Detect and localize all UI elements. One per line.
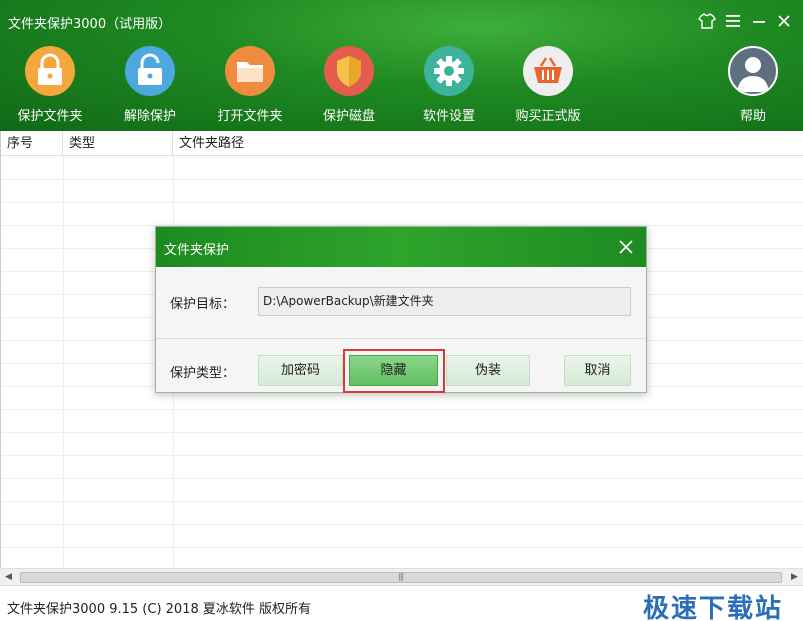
lock-icon [25, 46, 75, 96]
status-bar: 文件夹保护3000 9.15 (C) 2018 夏冰软件 版权所有 极速下载站 [0, 585, 803, 621]
row-divider [1, 432, 803, 433]
row-divider [1, 409, 803, 410]
dialog-close-icon[interactable] [614, 235, 638, 259]
folder-protect-dialog: 文件夹保护 保护目标： D:\ApowerBackup\新建文件夹 保护类型： … [155, 226, 647, 393]
app-title: 文件夹保护3000（试用版） [8, 17, 172, 32]
settings-button[interactable]: 软件设置 [399, 46, 499, 124]
help-button[interactable]: 帮助 [703, 46, 803, 124]
row-divider [1, 547, 803, 548]
row-divider [1, 478, 803, 479]
column-header-type[interactable]: 类型 [63, 131, 173, 156]
minimize-icon[interactable] [746, 8, 772, 34]
table-header: 序号 类型 文件夹路径 [1, 131, 803, 156]
column-header-path[interactable]: 文件夹路径 [173, 131, 803, 156]
unlock-icon [125, 46, 175, 96]
buy-button[interactable]: 购买正式版 [498, 46, 598, 124]
scroll-right-icon[interactable]: ▶ [786, 569, 803, 585]
basket-icon [523, 46, 573, 96]
row-divider [1, 524, 803, 525]
scroll-left-icon[interactable]: ◀ [0, 569, 17, 585]
unprotect-button[interactable]: 解除保护 [100, 46, 200, 124]
menu-icon[interactable] [720, 8, 746, 34]
row-divider [1, 179, 803, 180]
shield-icon [324, 46, 374, 96]
protect-type-label: 保护类型： [170, 366, 236, 381]
toolbar-label: 软件设置 [422, 109, 475, 124]
dialog-title: 文件夹保护 [164, 243, 230, 258]
protect-disk-button[interactable]: 保护磁盘 [299, 46, 399, 124]
column-header-index[interactable]: 序号 [1, 131, 63, 156]
grip-icon: ||| [398, 572, 404, 581]
skin-icon[interactable] [694, 8, 720, 34]
disguise-button[interactable]: 伪装 [446, 355, 530, 386]
close-icon[interactable] [771, 8, 797, 34]
dialog-header: 文件夹保护 [156, 227, 646, 267]
toolbar-label: 保护磁盘 [322, 109, 375, 124]
toolbar-label: 解除保护 [123, 109, 176, 124]
toolbar-label: 保护文件夹 [17, 109, 83, 124]
header-bar: 文件夹保护3000（试用版） 保护文件夹 解除保护 打开文件夹 保护磁盘 软件设… [0, 0, 803, 131]
encrypt-button[interactable]: 加密码 [258, 355, 343, 386]
horizontal-scrollbar[interactable]: ◀ ||| ▶ [0, 568, 803, 585]
toolbar-label: 打开文件夹 [217, 109, 283, 124]
row-divider [1, 202, 803, 203]
protect-folder-button[interactable]: 保护文件夹 [0, 46, 100, 124]
toolbar-label: 购买正式版 [515, 109, 581, 124]
folder-icon [225, 46, 275, 96]
row-divider [1, 455, 803, 456]
dialog-body: 保护目标： D:\ApowerBackup\新建文件夹 保护类型： 加密码 隐藏… [156, 267, 646, 393]
open-folder-button[interactable]: 打开文件夹 [200, 46, 300, 124]
scroll-thumb[interactable]: ||| [20, 572, 782, 583]
cancel-button[interactable]: 取消 [564, 355, 631, 386]
dialog-divider [156, 338, 646, 339]
watermark: 极速下载站 [642, 594, 783, 621]
gear-icon [424, 46, 474, 96]
user-icon [728, 46, 778, 96]
protect-target-field[interactable]: D:\ApowerBackup\新建文件夹 [258, 287, 631, 316]
protect-target-label: 保护目标： [170, 297, 236, 312]
status-text: 文件夹保护3000 9.15 (C) 2018 夏冰软件 版权所有 [7, 602, 311, 617]
row-divider [1, 501, 803, 502]
toolbar-label: 帮助 [739, 109, 766, 124]
column-divider [63, 156, 64, 568]
selection-highlight [343, 349, 445, 393]
